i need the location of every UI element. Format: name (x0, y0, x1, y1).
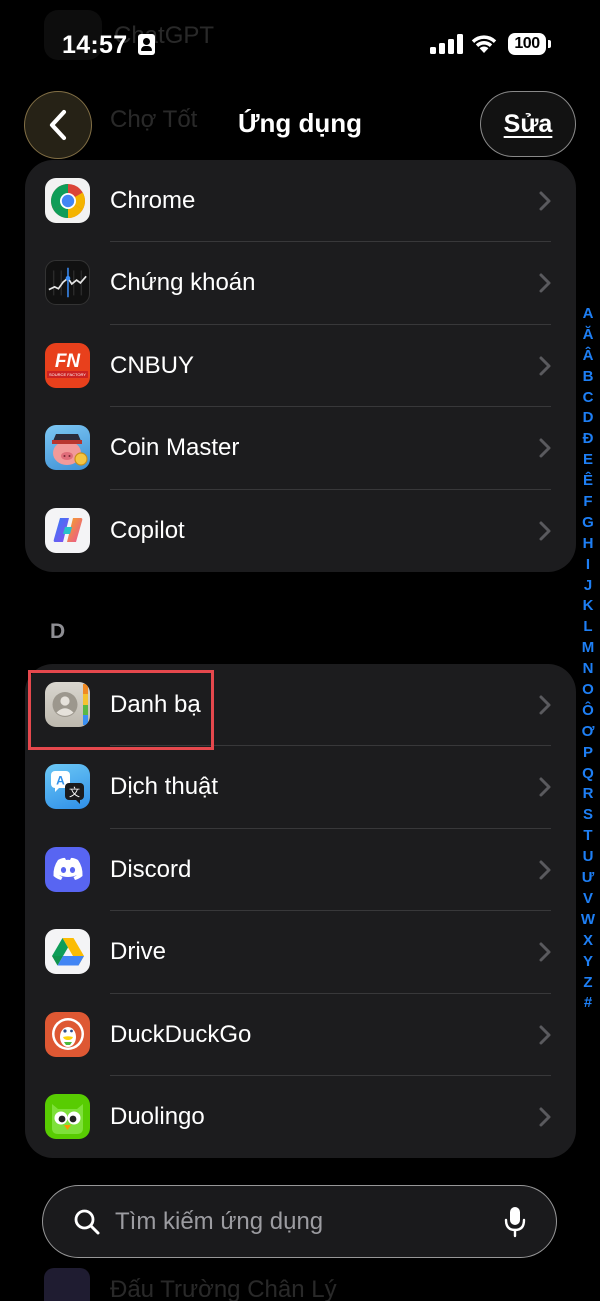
background-app-label: Đấu Trường Chân Lý (110, 1276, 337, 1301)
app-row-coin-master[interactable]: Coin Master (25, 407, 576, 490)
app-label: Danh bạ (110, 691, 201, 718)
index-letter[interactable]: E (578, 450, 598, 471)
translate-icon: A 文 (45, 764, 90, 810)
chevron-right-icon (539, 191, 551, 211)
app-label: Chrome (110, 187, 196, 214)
app-row-stocks[interactable]: Chứng khoán (25, 242, 576, 325)
index-letter[interactable]: Q (578, 764, 598, 785)
index-letter[interactable]: V (578, 889, 598, 910)
chevron-right-icon (539, 1025, 551, 1045)
svg-text:文: 文 (69, 785, 80, 799)
stocks-icon (45, 260, 90, 306)
drive-icon (45, 929, 90, 975)
index-letter[interactable]: Ơ (578, 722, 598, 743)
index-letter[interactable]: U (578, 847, 598, 868)
alphabet-index[interactable]: A Ă Â B C D Đ E Ê F G H I J K L M N O Ô Ơ P Q R S T U Ư V W X Y Z # (578, 304, 598, 1014)
app-group-c: Chrome Chứng khoán FN SOURCE FACTORY CNB… (25, 160, 576, 572)
index-letter[interactable]: N (578, 659, 598, 680)
index-letter[interactable]: T (578, 826, 598, 847)
microphone-icon[interactable] (504, 1205, 526, 1239)
index-letter[interactable]: Ê (578, 471, 598, 492)
app-label: Duolingo (110, 1102, 205, 1130)
chevron-right-icon (539, 860, 551, 880)
app-label: CNBUY (110, 351, 195, 379)
coin-master-icon (45, 425, 90, 471)
app-row-contacts[interactable]: Danh bạ (25, 664, 576, 747)
app-row-drive[interactable]: Drive (25, 911, 576, 994)
battery-indicator: 100 (508, 33, 551, 55)
index-letter[interactable]: P (578, 743, 598, 764)
app-row-translate[interactable]: A 文 Dịch thuật (25, 746, 576, 829)
index-letter[interactable]: D (578, 408, 598, 429)
index-letter[interactable]: J (578, 576, 598, 597)
index-letter[interactable]: Z (578, 973, 598, 994)
app-row-duckduckgo[interactable]: DuckDuckGo (25, 994, 576, 1076)
cnbuy-icon: FN SOURCE FACTORY (45, 342, 90, 388)
status-bar: 14:57 100 (0, 0, 600, 80)
index-letter[interactable]: C (578, 388, 598, 409)
chevron-right-icon (539, 777, 551, 797)
svg-text:A: A (56, 774, 65, 788)
app-label: Copilot (110, 516, 185, 544)
app-group-d: Danh bạ A 文 Dịch thuật Discord Drive Duc… (25, 664, 576, 1158)
app-row-chrome[interactable]: Chrome (25, 160, 576, 243)
duckduckgo-icon (45, 1011, 90, 1057)
cellular-signal-icon (430, 34, 463, 54)
index-letter[interactable]: O (578, 680, 598, 701)
contacts-icon (45, 682, 90, 727)
app-row-cnbuy[interactable]: FN SOURCE FACTORY CNBUY (25, 325, 576, 408)
app-label: Discord (110, 855, 192, 883)
index-letter[interactable]: X (578, 931, 598, 952)
chevron-right-icon (539, 356, 551, 376)
wifi-icon (471, 35, 497, 53)
index-letter[interactable]: A (578, 304, 598, 325)
search-icon (74, 1209, 100, 1235)
app-label: Coin Master (110, 434, 240, 462)
edit-button[interactable]: Sửa (480, 91, 576, 157)
index-letter[interactable]: Ô (578, 701, 598, 722)
chevron-right-icon (539, 695, 551, 715)
app-label: DuckDuckGo (110, 1020, 252, 1048)
index-letter[interactable]: S (578, 805, 598, 826)
chevron-right-icon (539, 273, 551, 293)
index-letter[interactable]: K (578, 596, 598, 617)
index-letter[interactable]: Y (578, 952, 598, 973)
copilot-icon (45, 507, 90, 553)
index-letter[interactable]: W (578, 910, 598, 931)
app-label: Dịch thuật (110, 773, 219, 801)
app-row-copilot[interactable]: Copilot (25, 490, 576, 572)
app-label: Chứng khoán (110, 269, 256, 297)
index-letter[interactable]: M (578, 638, 598, 659)
index-letter[interactable]: I (578, 555, 598, 576)
duolingo-icon (45, 1093, 90, 1139)
app-row-discord[interactable]: Discord (25, 829, 576, 912)
search-placeholder: Tìm kiếm ứng dụng (115, 1208, 324, 1235)
app-row-duolingo[interactable]: Duolingo (25, 1076, 576, 1158)
index-letter[interactable]: B (578, 367, 598, 388)
index-letter[interactable]: H (578, 534, 598, 555)
chevron-right-icon (539, 521, 551, 541)
section-header-d: D (50, 620, 66, 643)
index-letter[interactable]: G (578, 513, 598, 534)
index-letter[interactable]: L (578, 617, 598, 638)
index-letter[interactable]: Ư (578, 868, 598, 889)
focus-person-icon (138, 34, 155, 55)
status-time: 14:57 (62, 31, 128, 59)
chevron-right-icon (539, 438, 551, 458)
index-letter[interactable]: F (578, 492, 598, 513)
index-letter[interactable]: Ă (578, 325, 598, 346)
search-input[interactable]: Tìm kiếm ứng dụng (42, 1185, 557, 1258)
index-letter[interactable]: R (578, 784, 598, 805)
index-letter[interactable]: Â (578, 346, 598, 367)
discord-icon (45, 846, 90, 892)
chevron-right-icon (539, 1107, 551, 1127)
index-letter[interactable]: Đ (578, 429, 598, 450)
chrome-icon (45, 178, 90, 223)
background-app-icon (44, 1268, 90, 1301)
index-letter[interactable]: # (578, 993, 598, 1014)
app-label: Drive (110, 938, 167, 966)
chevron-right-icon (539, 942, 551, 962)
